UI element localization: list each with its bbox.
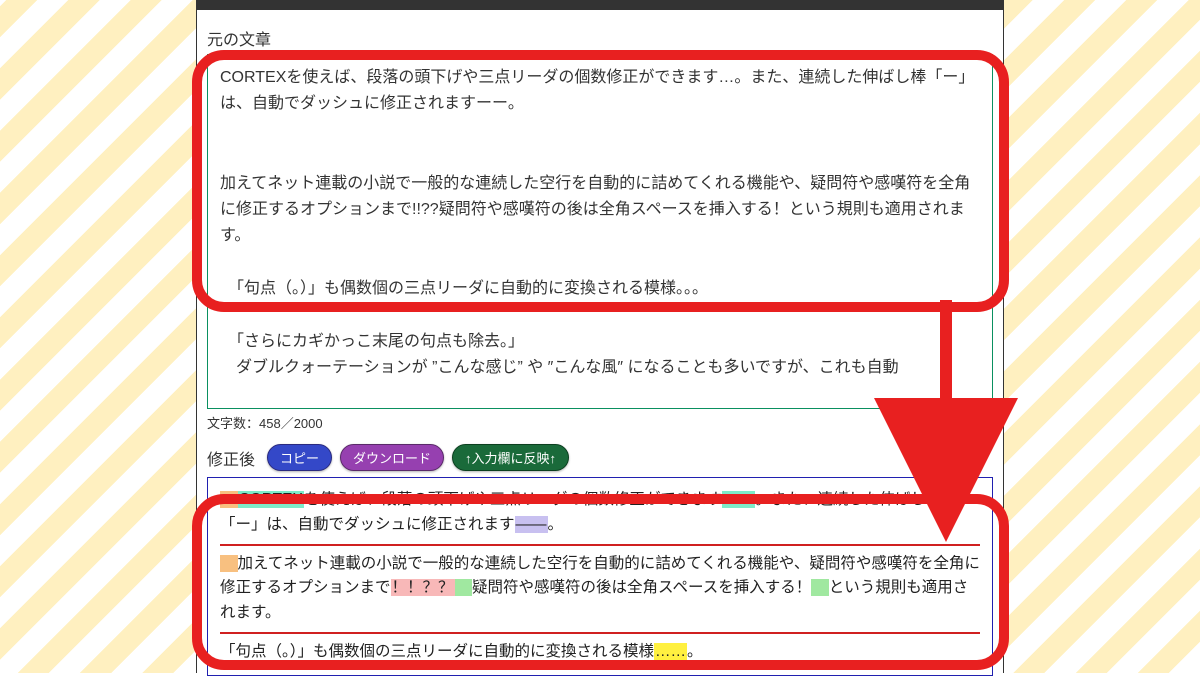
space-highlight bbox=[455, 579, 473, 596]
corrected-label: 修正後 bbox=[207, 446, 255, 470]
corrected-output: CORTEXを使えば、段落の頭下げや三点リーダの個数修正ができます……。また、連… bbox=[207, 477, 993, 676]
corrected-line-3: 「句点（。）」も偶数個の三点リーダに自動的に変換される模様……。 bbox=[220, 640, 980, 665]
punct-highlight: ！！？？ bbox=[391, 579, 455, 596]
ellipsis-highlight: …… bbox=[654, 643, 687, 660]
corrected-line-1: CORTEXを使えば、段落の頭下げや三点リーダの個数修正ができます……。また、連… bbox=[220, 488, 980, 538]
original-label: 元の文章 bbox=[207, 26, 993, 50]
original-textarea-wrap bbox=[207, 54, 993, 409]
space-highlight bbox=[811, 579, 829, 596]
cortex-highlight: CORTEX bbox=[238, 491, 304, 508]
ellipsis-highlight: …… bbox=[722, 491, 755, 508]
corrected-line-2: 加えてネット連載の小説で一般的な連続した空行を自動的に詰めてくれる機能や、疑問符… bbox=[220, 552, 980, 626]
original-textarea[interactable] bbox=[208, 55, 992, 403]
corrected-toolbar: 修正後 コピー ダウンロード ↑入力欄に反映↑ bbox=[207, 444, 993, 471]
indent-highlight bbox=[220, 555, 238, 572]
dash-highlight: ―― bbox=[515, 516, 548, 533]
indent-highlight bbox=[220, 491, 238, 508]
download-button[interactable]: ダウンロード bbox=[340, 444, 444, 471]
app-panel: 元の文章 文字数：458／2000 修正後 コピー ダウンロード ↑入力欄に反映… bbox=[196, 0, 1004, 673]
separator bbox=[220, 544, 980, 546]
copy-button[interactable]: コピー bbox=[267, 444, 332, 471]
char-count: 文字数：458／2000 bbox=[207, 413, 993, 432]
reflect-button[interactable]: ↑入力欄に反映↑ bbox=[452, 444, 569, 471]
separator bbox=[220, 632, 980, 634]
top-bar bbox=[197, 0, 1003, 10]
